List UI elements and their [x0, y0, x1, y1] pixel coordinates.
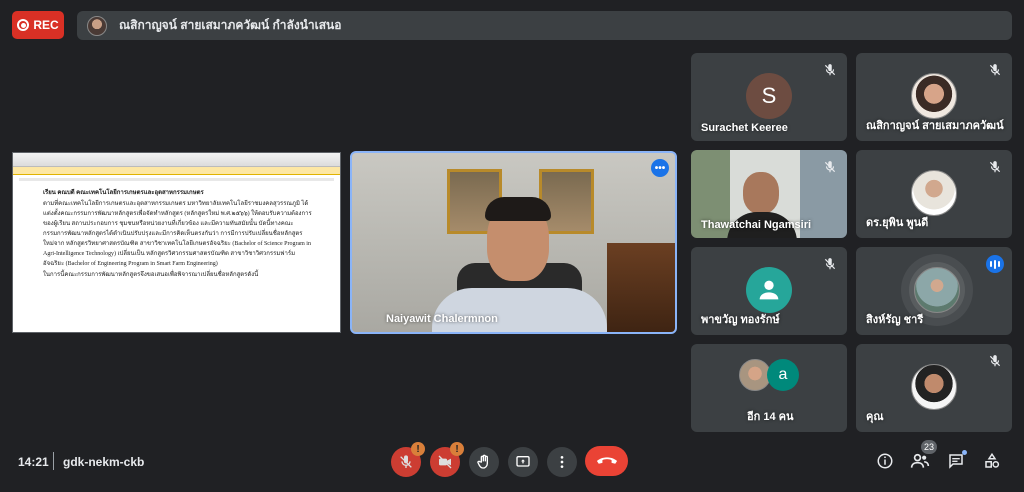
- participant-avatar: [911, 170, 957, 216]
- divider: [53, 452, 54, 470]
- present-screen-icon: [516, 456, 530, 467]
- speaker-body: [432, 288, 607, 332]
- mic-off-icon: [989, 64, 1001, 76]
- participant-avatar: [914, 267, 960, 313]
- people-icon: [910, 453, 930, 468]
- self-avatar: [911, 364, 957, 410]
- leave-call-button[interactable]: [585, 446, 628, 476]
- meeting-details-button[interactable]: [875, 451, 895, 471]
- speaking-indicator-icon: [986, 255, 1004, 273]
- camera-off-icon: [438, 455, 452, 469]
- doc-notification-bar: [13, 167, 340, 175]
- unread-dot: [962, 450, 967, 455]
- raise-hand-icon: [477, 454, 488, 469]
- raise-hand-button[interactable]: [469, 447, 499, 477]
- self-tile[interactable]: คุณ: [856, 344, 1012, 432]
- more-participants-label: อีก 14 คน: [747, 411, 794, 423]
- screen-share-tile[interactable]: เรียน คณบดี คณะเทคโนโลยีการเกษตรและอุตสา…: [12, 152, 341, 333]
- doc-toolbar: [13, 153, 340, 167]
- meeting-code[interactable]: gdk-nekm-ckb: [63, 455, 144, 469]
- default-avatar-icon: [746, 267, 792, 313]
- more-vert-icon: [560, 456, 564, 468]
- warning-icon: !: [450, 442, 464, 456]
- mic-off-icon: [989, 355, 1001, 367]
- people-button[interactable]: [910, 451, 930, 471]
- participant-tile[interactable]: Thawatchai Ngamsiri: [691, 150, 847, 238]
- tile-name: พาขวัญ ทองรักษ์: [701, 314, 780, 326]
- speaker-hair: [485, 197, 551, 221]
- activities-button[interactable]: [982, 451, 1002, 471]
- camera-toggle-button[interactable]: !: [430, 442, 464, 477]
- tile-name: Surachet Keeree: [701, 122, 788, 134]
- present-screen-button[interactable]: [508, 447, 538, 477]
- activities-icon: [985, 452, 1000, 468]
- call-end-icon: [596, 457, 617, 464]
- doc-ruler: [19, 178, 334, 181]
- presenter-bar[interactable]: ณสิกาญจน์ สายเสมาภควัฒน์ กำลังนำเสนอ: [77, 11, 1012, 40]
- wooden-shelf: [607, 243, 675, 332]
- more-options-button[interactable]: [547, 447, 577, 477]
- mic-off-icon: [824, 258, 836, 270]
- participant-avatar: S: [746, 73, 792, 119]
- warning-icon: !: [411, 442, 425, 456]
- participant-face: [743, 172, 779, 214]
- people-count-badge: 23: [921, 440, 937, 454]
- participant-tile[interactable]: ดร.ยุพิน พูนดี: [856, 150, 1012, 238]
- participant-tile[interactable]: สิงห์รัญ ชารี: [856, 247, 1012, 335]
- mic-off-icon: [824, 64, 836, 76]
- tile-name: ดร.ยุพิน พูนดี: [866, 217, 929, 229]
- tile-name: Naiyawit Chalermnon: [386, 313, 498, 325]
- more-participants-tile[interactable]: a อีก 14 คน: [691, 344, 847, 432]
- tile-name: Thawatchai Ngamsiri: [701, 219, 812, 231]
- participant-tile[interactable]: ณสิกาญจน์ สายเสมาภควัฒน์: [856, 53, 1012, 141]
- recording-label: REC: [33, 18, 59, 32]
- tile-name: คุณ: [866, 411, 884, 423]
- tile-name: ณสิกาญจน์ สายเสมาภควัฒน์: [866, 120, 1004, 132]
- mic-off-icon: [824, 161, 836, 173]
- chat-button[interactable]: [946, 450, 967, 471]
- tile-name: สิงห์รัญ ชารี: [866, 314, 924, 326]
- recording-indicator[interactable]: REC: [12, 11, 64, 39]
- presenter-text: ณสิกาญจน์ สายเสมาภควัฒน์ กำลังนำเสนอ: [119, 18, 342, 32]
- mic-off-icon: [400, 455, 412, 468]
- mic-off-icon: [989, 161, 1001, 173]
- doc-paragraph: ตามที่คณะเทคโนโลยีการเกษตรและอุตสาหกรรมเ…: [43, 201, 312, 267]
- participant-tile[interactable]: S Surachet Keeree: [691, 53, 847, 141]
- doc-paragraph: ในการนี้คณะกรรมการพัฒนาหลักสูตรจึงขอเสนอ…: [43, 272, 259, 278]
- presenter-avatar: [87, 15, 107, 36]
- doc-body: เรียน คณบดี คณะเทคโนโลยีการเกษตรและอุตสา…: [13, 184, 340, 280]
- participant-avatar: [911, 73, 957, 119]
- more-options-icon[interactable]: •••: [651, 159, 669, 177]
- doc-heading: เรียน คณบดี คณะเทคโนโลยีการเกษตรและอุตสา…: [43, 190, 204, 196]
- record-icon: [17, 19, 30, 31]
- info-icon: [877, 453, 893, 469]
- main-speaker-tile[interactable]: ••• Naiyawit Chalermnon: [350, 151, 677, 334]
- mic-toggle-button[interactable]: !: [391, 442, 425, 477]
- meeting-clock: 14:21: [18, 455, 49, 469]
- participant-avatar: a: [767, 359, 799, 391]
- participant-tile[interactable]: พาขวัญ ทองรักษ์: [691, 247, 847, 335]
